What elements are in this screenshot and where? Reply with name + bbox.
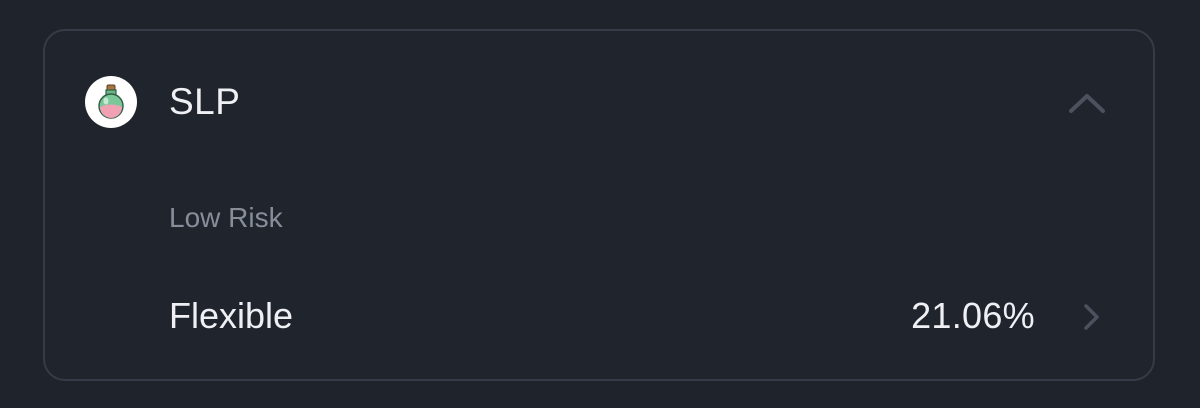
risk-level-label: Low Risk — [169, 202, 283, 233]
chevron-right-icon — [1081, 302, 1101, 332]
staking-product-card: SLP Low Risk Flexible 21.06% — [43, 29, 1155, 381]
product-header[interactable]: SLP — [45, 31, 1153, 171]
option-apr-value: 21.06% — [911, 295, 1035, 336]
page: SLP Low Risk Flexible 21.06% — [0, 0, 1200, 408]
potion-bottle-icon — [98, 84, 124, 119]
token-name: SLP — [169, 81, 241, 122]
option-label: Flexible — [169, 295, 294, 336]
slp-token-icon — [85, 76, 137, 128]
chevron-up-icon[interactable] — [1067, 87, 1107, 117]
option-row-flexible[interactable]: Flexible 21.06% — [45, 281, 1153, 351]
